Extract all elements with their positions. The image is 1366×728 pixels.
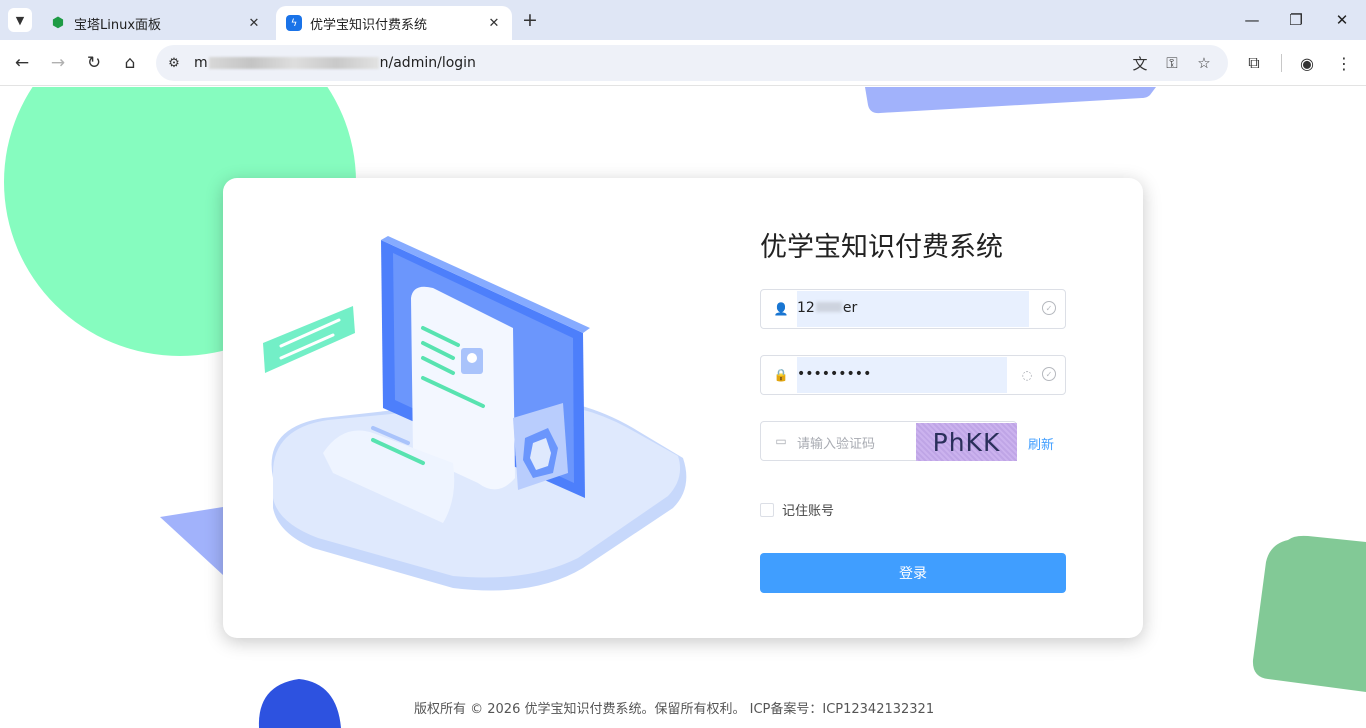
check-circle-icon: ✓ — [1042, 301, 1056, 315]
url-text[interactable]: m n/admin/login — [194, 55, 476, 71]
tab-baota-panel[interactable]: ⬢ 宝塔Linux面板 ✕ — [40, 6, 272, 40]
home-icon: ⌂ — [124, 53, 136, 73]
login-illustration — [263, 236, 687, 591]
back-button[interactable]: ← — [6, 47, 38, 79]
shield-icon: ⬢ — [51, 15, 65, 31]
tab-search-button[interactable]: ▼ — [8, 8, 32, 32]
browser-toolbar: ← → ↻ ⌂ ⚙ m n/admin/login 文 ⚿ ☆ ⧉ ◉ ⋮ — [0, 40, 1366, 86]
user-icon: 👤 — [773, 302, 789, 316]
remember-label: 记住账号 — [782, 504, 835, 519]
toolbar-divider — [1281, 54, 1282, 72]
username-value-start: 12 — [797, 300, 815, 316]
refresh-captcha-link[interactable]: 刷新 — [1028, 434, 1054, 453]
deco-blue-circle — [258, 679, 341, 728]
tab-title: 宝塔Linux面板 — [74, 17, 162, 33]
password-value: ••••••••• — [797, 366, 872, 382]
username-field[interactable]: 👤 12 er ✓ — [760, 289, 1066, 329]
bookmark-star-icon[interactable]: ☆ — [1190, 49, 1218, 77]
tab-title: 优学宝知识付费系统 — [310, 17, 428, 33]
username-value-end: er — [842, 300, 858, 316]
login-page: 优学宝知识付费系统 👤 12 er ✓ 🔒 ••••••••• ◌ ✓ ▭ 请输入… — [0, 87, 1366, 728]
arrow-right-icon: → — [50, 53, 66, 73]
close-tab-icon[interactable]: ✕ — [244, 13, 264, 33]
password-field[interactable]: 🔒 ••••••••• ◌ ✓ — [760, 355, 1066, 395]
profile-icon[interactable]: ◉ — [1291, 47, 1323, 79]
site-settings-icon[interactable]: ⚙ — [160, 49, 188, 77]
remember-account[interactable]: 记住账号 — [760, 500, 834, 519]
check-circle-icon: ✓ — [1042, 367, 1056, 381]
home-button[interactable]: ⌂ — [114, 47, 146, 79]
password-key-icon[interactable]: ⚿ — [1158, 49, 1186, 77]
footer-copyright: 版权所有 © 2026 优学宝知识付费系统。保留所有权利。 ICP备案号：ICP… — [414, 702, 935, 717]
url-start: m — [194, 55, 208, 71]
extensions-icon[interactable]: ⧉ — [1238, 47, 1270, 79]
tab-youxuebao[interactable]: ϟ 优学宝知识付费系统 ✕ — [276, 6, 512, 40]
login-card: 优学宝知识付费系统 👤 12 er ✓ 🔒 ••••••••• ◌ ✓ ▭ 请输入… — [223, 178, 1143, 638]
remember-checkbox[interactable] — [760, 502, 774, 517]
url-path: n/admin/login — [379, 55, 476, 71]
deco-green-shape — [1252, 535, 1366, 692]
chevron-down-icon: ▼ — [15, 13, 25, 27]
address-bar[interactable]: ⚙ m n/admin/login 文 ⚿ ☆ — [156, 45, 1228, 81]
username-value: 12 er — [797, 300, 857, 316]
close-window-button[interactable]: ✕ — [1322, 4, 1362, 36]
eye-slash-icon[interactable]: ◌ — [1019, 367, 1035, 383]
captcha-image[interactable]: PhKK — [916, 423, 1017, 461]
url-redacted — [208, 57, 379, 69]
menu-kebab-icon[interactable]: ⋮ — [1328, 47, 1360, 79]
username-redacted — [815, 302, 842, 312]
close-tab-icon[interactable]: ✕ — [484, 13, 504, 33]
message-icon: ▭ — [775, 434, 787, 448]
reload-button[interactable]: ↻ — [78, 47, 110, 79]
translate-icon[interactable]: 文 — [1126, 49, 1154, 77]
deco-blue-strip — [865, 87, 1156, 114]
new-tab-button[interactable]: + — [518, 8, 542, 32]
system-title: 优学宝知识付费系统 — [760, 232, 1003, 263]
reload-icon: ↻ — [86, 53, 102, 73]
login-button[interactable]: 登录 — [760, 553, 1066, 593]
arrow-left-icon: ← — [14, 53, 30, 73]
forward-button[interactable]: → — [42, 47, 74, 79]
captcha-field[interactable]: ▭ 请输入验证码 PhKK 刷新 — [760, 421, 1054, 461]
captcha-placeholder: 请输入验证码 — [797, 437, 876, 452]
lightning-icon: ϟ — [286, 15, 302, 31]
browser-tab-strip: ▼ ⬢ 宝塔Linux面板 ✕ ϟ 优学宝知识付费系统 ✕ + — ❐ ✕ — [0, 0, 1366, 40]
restore-button[interactable]: ❐ — [1276, 4, 1316, 36]
lock-icon: 🔒 — [773, 368, 789, 382]
minimize-button[interactable]: — — [1232, 4, 1272, 36]
